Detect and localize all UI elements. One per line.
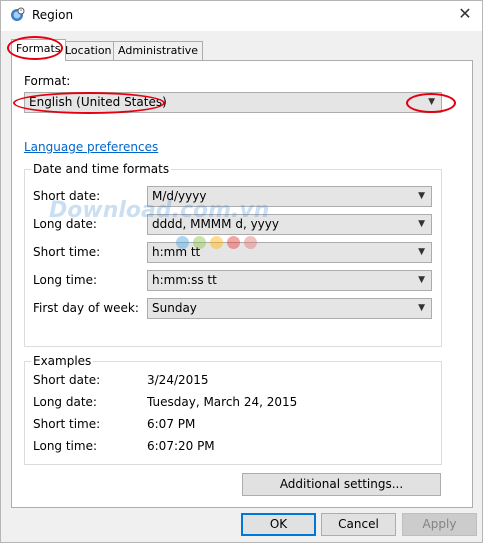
close-icon: ✕ [458, 4, 472, 23]
globe-clock-icon [11, 7, 25, 21]
ok-button[interactable]: OK [241, 513, 316, 536]
example-long-date-value: Tuesday, March 24, 2015 [147, 395, 298, 409]
chevron-down-icon: ▼ [418, 219, 425, 229]
first-day-of-week-label: First day of week: [33, 301, 139, 315]
tab-location[interactable]: Location [60, 41, 117, 60]
tab-administrative[interactable]: Administrative [113, 41, 204, 60]
format-select[interactable]: English (United States) ▼ [24, 92, 442, 113]
long-time-label: Long time: [33, 273, 98, 287]
chevron-down-icon: ▼ [418, 275, 425, 285]
apply-button[interactable]: Apply [402, 513, 477, 536]
additional-settings-button[interactable]: Additional settings... [242, 473, 441, 496]
first-day-of-week-value: Sunday [152, 301, 197, 315]
example-long-time-label: Long time: [33, 439, 98, 453]
cancel-button[interactable]: Cancel [321, 513, 396, 536]
example-short-date-label: Short date: [33, 373, 101, 387]
format-label: Format: [24, 74, 71, 88]
example-short-time-value: 6:07 PM [147, 417, 196, 431]
close-button[interactable]: ✕ [448, 1, 482, 27]
region-dialog: Region ✕ Formats Location Administrative… [0, 0, 483, 543]
chevron-down-icon: ▼ [418, 247, 425, 257]
format-value: English (United States) [29, 95, 167, 109]
example-short-date-value: 3/24/2015 [147, 373, 209, 387]
title-bar[interactable]: Region ✕ [1, 1, 482, 31]
chevron-down-icon: ▼ [418, 191, 425, 201]
language-preferences-link[interactable]: Language preferences [24, 140, 158, 154]
chevron-down-icon: ▼ [418, 303, 425, 313]
watermark: Download.com.vn [49, 198, 270, 223]
short-time-label: Short time: [33, 245, 101, 259]
long-time-select[interactable]: h:mm:ss tt ▼ [147, 270, 432, 291]
example-long-time-value: 6:07:20 PM [147, 439, 215, 453]
example-long-date-label: Long date: [33, 395, 97, 409]
window-title: Region [32, 8, 74, 22]
date-time-formats-title: Date and time formats [31, 162, 172, 176]
watermark-dots [176, 236, 261, 252]
tab-formats[interactable]: Formats [11, 39, 66, 61]
formats-panel: Format: English (United States) ▼ Langua… [11, 60, 473, 508]
examples-title: Examples [31, 354, 94, 368]
first-day-of-week-select[interactable]: Sunday ▼ [147, 298, 432, 319]
chevron-down-icon: ▼ [428, 97, 435, 107]
long-time-value: h:mm:ss tt [152, 273, 217, 287]
example-short-time-label: Short time: [33, 417, 101, 431]
